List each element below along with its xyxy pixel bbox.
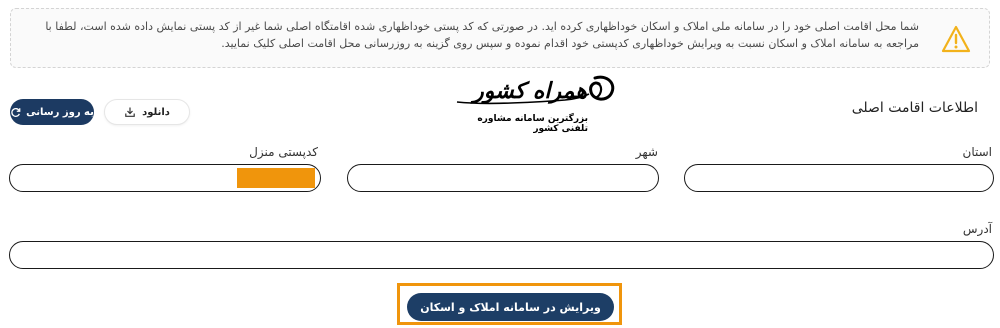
postal-code-label: کدپستی منزل	[249, 145, 318, 159]
watermark-brand: همراه کشور	[470, 78, 587, 104]
update-button-label: به روز رسانی	[26, 106, 94, 118]
watermark-tagline: بزرگترین سامانه مشاوره تلفنی کشور	[477, 114, 588, 134]
province-input[interactable]	[684, 164, 994, 192]
province-label: استان	[962, 145, 992, 159]
update-button[interactable]: به روز رسانی	[10, 99, 94, 125]
download-icon	[125, 107, 135, 117]
redaction-bar	[237, 168, 315, 188]
notice-text: شما محل اقامت اصلی خود را در سامانه ملی …	[45, 20, 919, 50]
download-button[interactable]: دانلود	[104, 99, 190, 125]
edit-in-amlak-button[interactable]: ویرایش در سامانه املاک و اسکان	[407, 293, 614, 321]
watermark-logo-mark: همراه کشور	[456, 75, 615, 105]
city-label: شهر	[635, 145, 658, 159]
address-input[interactable]	[9, 241, 994, 269]
warning-icon	[941, 25, 971, 53]
refresh-icon	[11, 107, 21, 117]
notice-banner: شما محل اقامت اصلی خود را در سامانه ملی …	[10, 8, 990, 68]
address-label: آدرس	[962, 222, 992, 236]
city-input[interactable]	[347, 164, 659, 192]
section-title: اطلاعات اقامت اصلی	[851, 100, 978, 116]
download-button-label: دانلود	[142, 106, 170, 118]
